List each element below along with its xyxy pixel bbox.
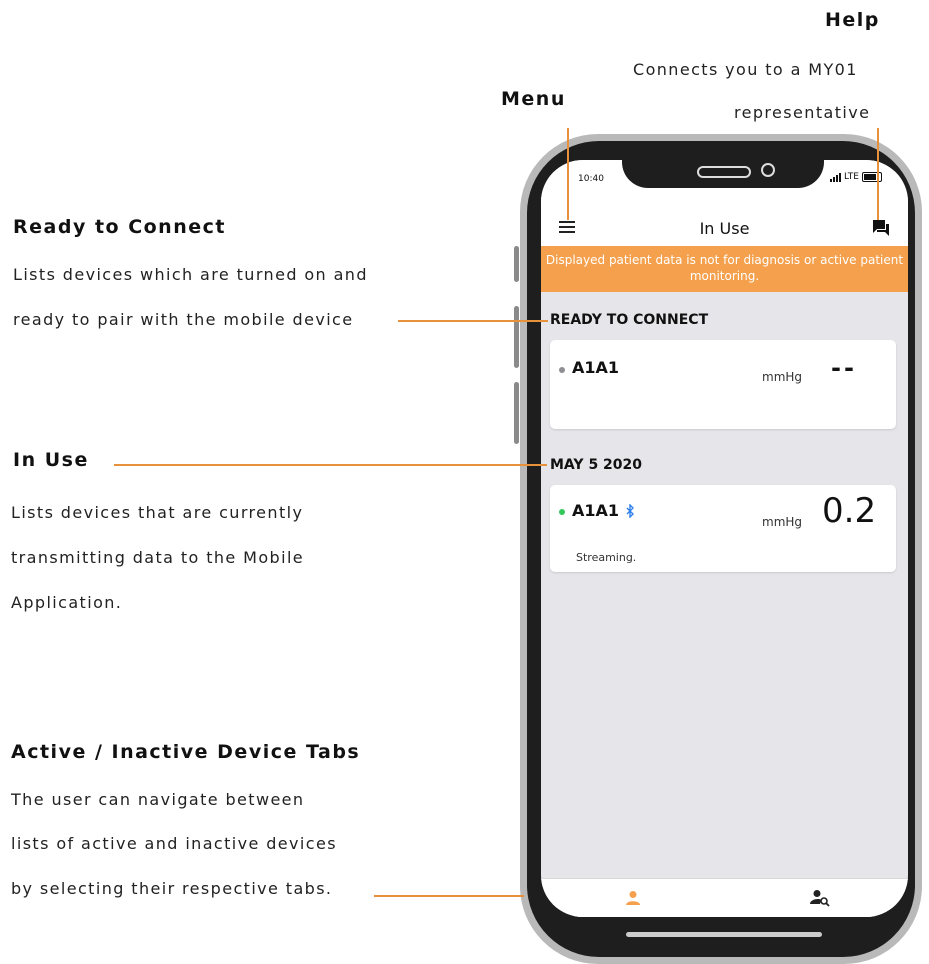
device-card-in-use[interactable]: A1A1 mmHg 0.2 Streaming. xyxy=(550,485,896,572)
help-annotation-line-1: Connects you to a MY01 xyxy=(633,60,858,79)
status-time: 10:40 xyxy=(578,174,604,184)
phone-mute-switch xyxy=(514,246,519,282)
ready-annotation-line-1: Lists devices which are turned on and xyxy=(13,265,368,284)
disclaimer-banner: Displayed patient data is not for diagno… xyxy=(541,246,908,292)
device-status-dot xyxy=(559,367,565,373)
tabs-annotation-line-2: lists of active and inactive devices xyxy=(11,834,337,853)
signal-bars-icon xyxy=(830,172,841,182)
tabs-annotation-line-1: The user can navigate between xyxy=(11,790,305,809)
tabs-leader-line xyxy=(374,895,524,897)
tab-active-devices[interactable] xyxy=(541,879,724,917)
phone-notch xyxy=(622,141,824,188)
device-value: -- xyxy=(831,354,857,382)
help-annotation-title: Help xyxy=(825,9,880,31)
inuse-annotation-line-1: Lists devices that are currently xyxy=(11,503,304,522)
device-value: 0.2 xyxy=(822,491,877,531)
device-status-dot xyxy=(559,509,565,515)
ready-leader-line xyxy=(398,320,548,322)
inuse-annotation-line-3: Application. xyxy=(11,593,123,612)
ready-annotation-line-2: ready to pair with the mobile device xyxy=(13,310,354,329)
tab-inactive-devices[interactable] xyxy=(725,879,908,917)
device-card-ready[interactable]: A1A1 mmHg -- xyxy=(550,340,896,429)
device-unit: mmHg xyxy=(762,515,803,529)
nav-bar: In Use xyxy=(541,198,908,246)
network-type: LTE xyxy=(844,172,859,182)
tabs-annotation-line-3: by selecting their respective tabs. xyxy=(11,879,333,898)
page-title: In Use xyxy=(699,219,750,238)
home-indicator[interactable] xyxy=(626,932,822,937)
menu-annotation-title: Menu xyxy=(501,88,566,110)
ready-annotation-title: Ready to Connect xyxy=(13,216,226,238)
phone-screen: 10:40 LTE In Use Displayed patient data … xyxy=(541,160,908,917)
inuse-annotation-line-2: transmitting data to the Mobile xyxy=(11,548,305,567)
phone-camera xyxy=(761,163,775,177)
person-icon xyxy=(626,891,640,905)
tab-bar xyxy=(541,878,908,917)
inuse-annotation-title: In Use xyxy=(13,449,89,471)
help-leader-line xyxy=(877,128,879,220)
device-status-text: Streaming. xyxy=(576,551,637,564)
phone-volume-down xyxy=(514,382,519,444)
inuse-leader-line xyxy=(114,464,547,466)
phone-volume-up xyxy=(514,306,519,368)
chat-bubbles-icon[interactable] xyxy=(872,219,890,237)
device-name: A1A1 xyxy=(572,501,620,520)
phone-speaker xyxy=(697,166,751,178)
section-header-date: MAY 5 2020 xyxy=(550,457,643,473)
status-signal: LTE xyxy=(830,172,882,182)
person-search-icon xyxy=(810,890,830,907)
bluetooth-icon xyxy=(626,504,634,518)
menu-leader-line xyxy=(567,128,569,220)
device-name: A1A1 xyxy=(572,358,620,377)
tabs-annotation-title: Active / Inactive Device Tabs xyxy=(11,741,361,763)
device-unit: mmHg xyxy=(762,370,803,384)
help-annotation-line-2: representative xyxy=(734,103,871,122)
section-header-ready: READY TO CONNECT xyxy=(550,312,709,328)
